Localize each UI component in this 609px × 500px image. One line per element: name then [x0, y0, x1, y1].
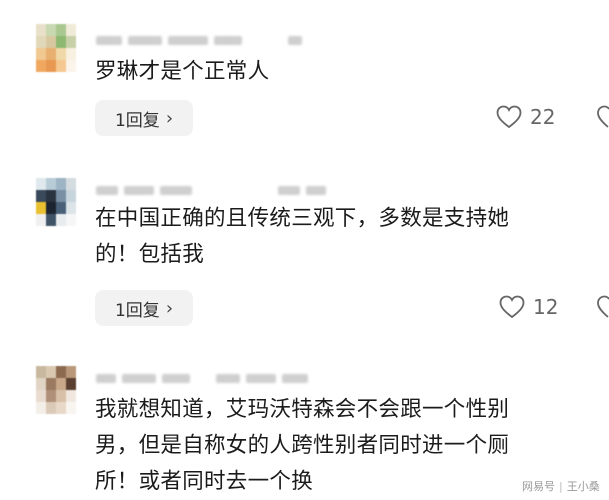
avatar-pixel — [46, 24, 56, 36]
avatar-pixel — [66, 36, 76, 48]
avatar-pixel — [56, 60, 66, 72]
watermark-separator: | — [559, 479, 563, 493]
watermark-source: 网易号 — [522, 480, 555, 493]
username-blurred — [96, 34, 302, 46]
avatar-pixel — [46, 60, 56, 72]
avatar-pixel — [36, 60, 46, 72]
avatar-pixel — [46, 214, 56, 226]
avatar-pixel — [46, 366, 56, 378]
avatar-pixel — [66, 366, 76, 378]
reply-count-button[interactable]: 1回复 › — [95, 290, 193, 326]
avatar-pixel — [36, 390, 46, 402]
like-button[interactable]: 12 — [499, 295, 558, 319]
avatar-pixel — [46, 36, 56, 48]
avatar-pixel — [36, 214, 46, 226]
avatar-pixel — [46, 190, 56, 202]
avatar-pixel — [66, 48, 76, 60]
avatar-pixel — [66, 378, 76, 390]
avatar-pixel — [36, 366, 46, 378]
avatar-pixel — [56, 24, 66, 36]
avatar-pixel — [56, 178, 66, 190]
avatar-pixel — [66, 60, 76, 72]
username-blurred — [96, 184, 326, 196]
watermark: 网易号 | 王小桑 — [522, 478, 600, 494]
heart-icon — [499, 295, 525, 319]
avatar-pixel — [46, 202, 56, 214]
avatar-pixel — [56, 48, 66, 60]
watermark-author: 王小桑 — [566, 480, 600, 493]
avatar-pixel — [56, 36, 66, 48]
reply-count-button[interactable]: 1回复 › — [95, 100, 193, 136]
avatar-pixel — [36, 36, 46, 48]
avatar-pixel — [46, 178, 56, 190]
avatar-pixel — [36, 24, 46, 36]
chevron-right-icon: › — [165, 107, 174, 129]
comment-line: 男，但是自称女的人跨性别者同时进一个厕 — [95, 433, 510, 458]
avatar-pixel — [56, 366, 66, 378]
avatar-pixel — [36, 190, 46, 202]
comment-text: 在中国正确的且传统三观下，多数是支持她 的！包括我 — [95, 201, 605, 273]
avatar-pixel — [46, 378, 56, 390]
avatar-pixel — [66, 214, 76, 226]
comment-line: 的！包括我 — [95, 242, 205, 267]
avatar[interactable] — [36, 366, 76, 414]
avatar-pixel — [36, 378, 46, 390]
avatar-pixel — [36, 402, 46, 414]
like-button[interactable]: 22 — [496, 105, 555, 129]
comment-text: 罗琳才是个正常人 — [95, 54, 605, 90]
avatar[interactable] — [36, 178, 76, 226]
avatar-pixel — [56, 214, 66, 226]
avatar-pixel — [56, 390, 66, 402]
avatar-pixel — [46, 402, 56, 414]
avatar[interactable] — [36, 24, 76, 72]
comment-line: 罗琳才是个正常人 — [95, 59, 270, 84]
heart-icon[interactable] — [597, 105, 609, 129]
avatar-pixel — [46, 390, 56, 402]
chevron-right-icon: › — [165, 297, 174, 319]
avatar-pixel — [46, 48, 56, 60]
like-count: 22 — [530, 105, 556, 129]
avatar-pixel — [66, 202, 76, 214]
like-count: 12 — [533, 295, 559, 319]
avatar-pixel — [66, 178, 76, 190]
avatar-pixel — [66, 402, 76, 414]
reply-count-label: 1回复 — [114, 110, 160, 131]
avatar-pixel — [36, 202, 46, 214]
comment-line: 我就想知道，艾玛沃特森会不会跟一个性别 — [95, 397, 510, 422]
comment-line: 在中国正确的且传统三观下，多数是支持她 — [95, 206, 510, 231]
avatar-pixel — [56, 202, 66, 214]
avatar-pixel — [66, 190, 76, 202]
avatar-pixel — [66, 24, 76, 36]
avatar-pixel — [66, 390, 76, 402]
avatar-pixel — [36, 48, 46, 60]
avatar-pixel — [56, 402, 66, 414]
username-blurred — [96, 372, 308, 384]
avatar-pixel — [56, 378, 66, 390]
reply-count-label: 1回复 — [114, 300, 160, 321]
heart-icon — [496, 105, 522, 129]
avatar-pixel — [56, 190, 66, 202]
heart-icon[interactable] — [597, 295, 609, 319]
avatar-pixel — [36, 178, 46, 190]
